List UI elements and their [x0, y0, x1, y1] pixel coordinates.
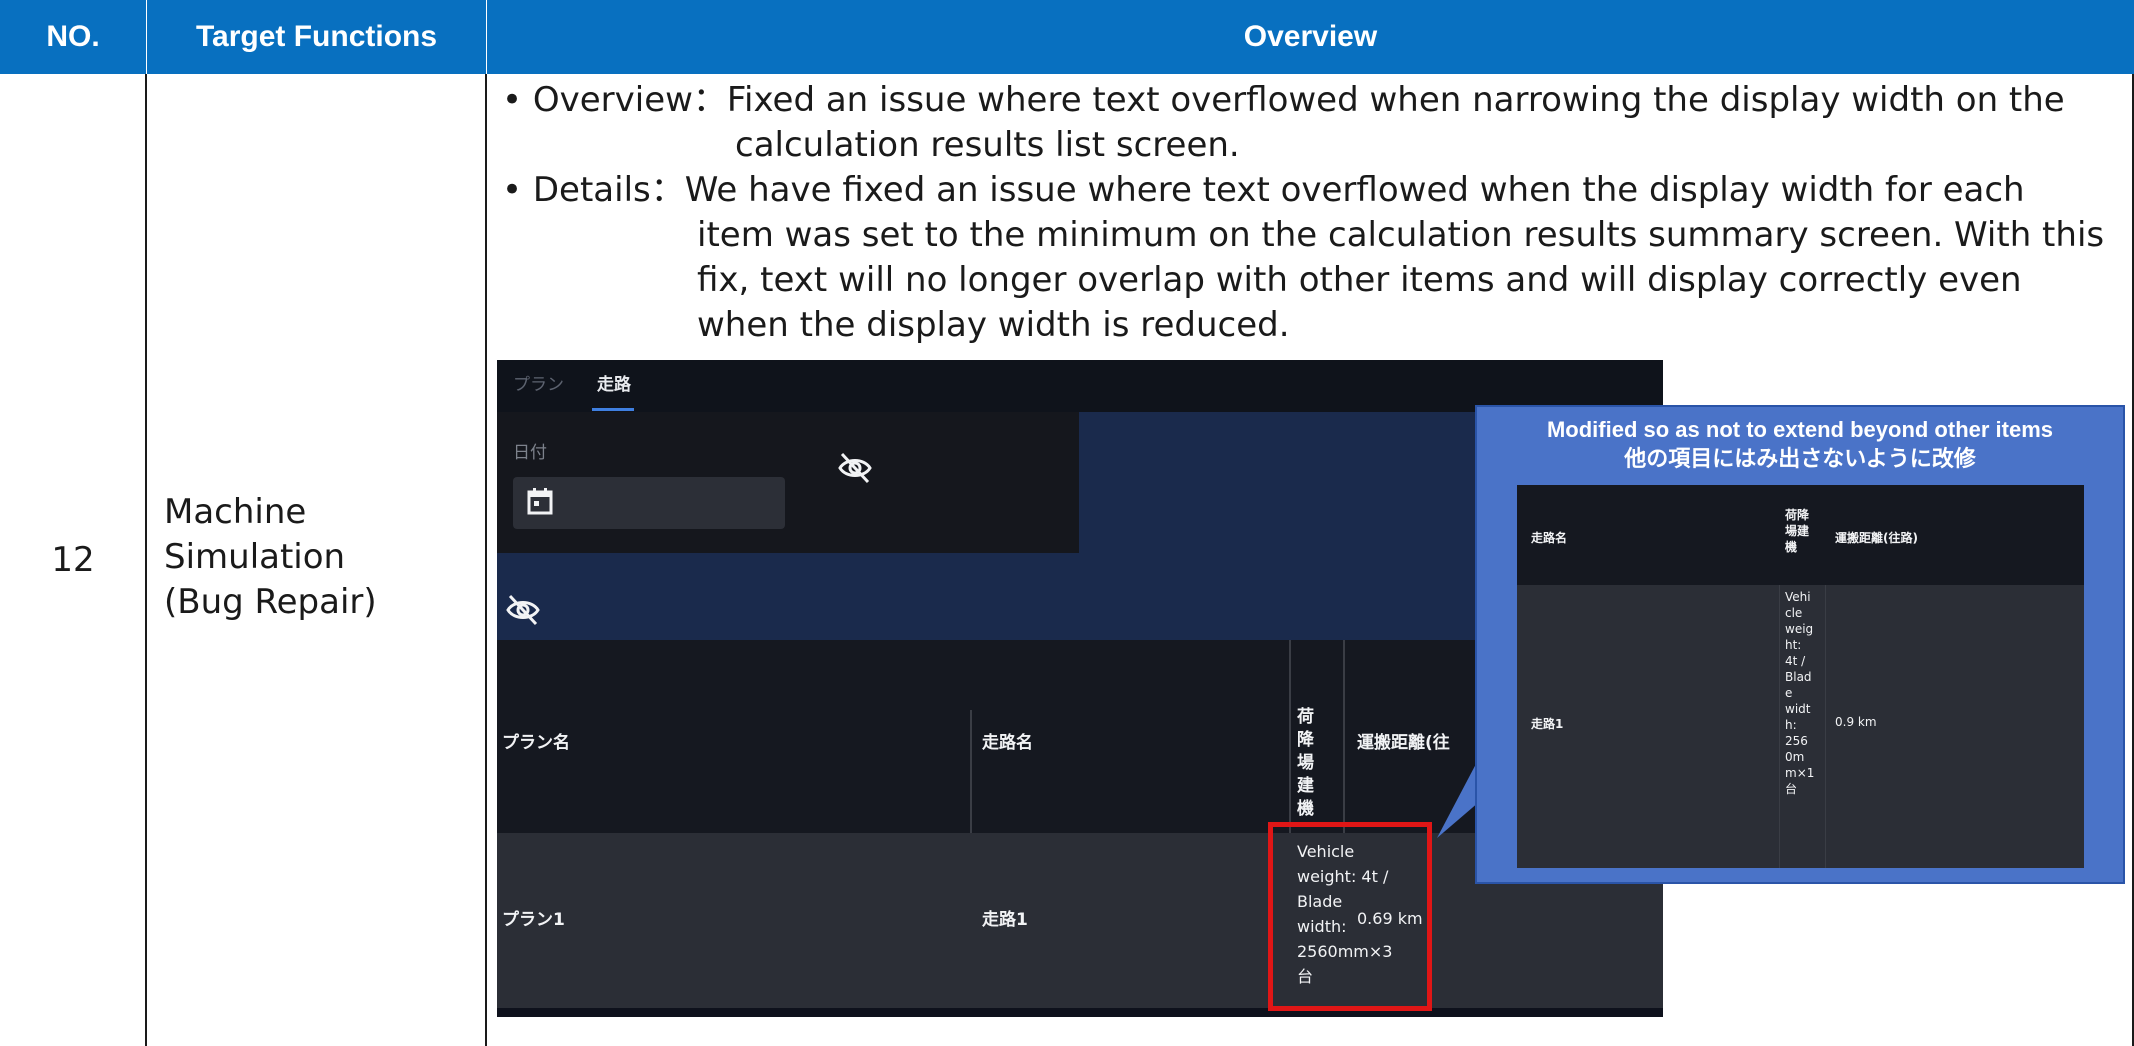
header-line: 場建	[1297, 753, 1314, 796]
header-line: 機	[1297, 799, 1314, 819]
mini-cell-distance: 0.9 km	[1835, 715, 1877, 729]
function-line: (Bug Repair)	[164, 582, 377, 622]
overview-text: • Overview：Fixed an issue where text ove…	[502, 78, 2132, 348]
column-separator	[1825, 585, 1826, 868]
header-line: 荷降	[1785, 508, 1810, 522]
header-target-functions: Target Functions	[147, 0, 486, 74]
header-line: 荷降	[1297, 707, 1314, 750]
tab-route[interactable]: 走路	[597, 370, 631, 395]
column-header-distance[interactable]: 運搬距離(往	[1357, 728, 1450, 753]
column-header-unloading[interactable]: 荷降 場建 機	[1297, 706, 1327, 821]
callout-title: Modified so as not to extend beyond othe…	[1477, 415, 2123, 473]
date-label: 日付	[513, 443, 547, 463]
tab-plan[interactable]: プラン	[513, 370, 564, 395]
callout-title-ja: 他の項目にはみ出さないように改修	[1624, 446, 1976, 471]
cell-plan-name: プラン1	[502, 910, 565, 930]
column-header-plan[interactable]: プラン名	[502, 728, 570, 753]
mini-column-distance: 運搬距離(往路)	[1835, 531, 1918, 545]
mini-header-row: 走路名 荷降 場建 機 運搬距離(往路)	[1517, 485, 2084, 585]
mini-cell-vehicle: Vehi cle weig ht: 4t / Blad e widt h: 25…	[1785, 590, 1815, 796]
fixed-table-preview: 走路名 荷降 場建 機 運搬距離(往路) 走路1 Vehi cle weig h…	[1517, 485, 2084, 868]
table-footer	[497, 1008, 1663, 1017]
details-line: fix, text will no longer overlap with ot…	[697, 260, 2022, 300]
mini-cell-route: 走路1	[1531, 717, 1564, 731]
mini-column-route: 走路名	[1531, 531, 1568, 545]
header-no: NO.	[0, 0, 146, 74]
calendar-icon[interactable]	[527, 487, 553, 515]
target-function: Machine Simulation (Bug Repair)	[164, 490, 464, 625]
eye-off-icon[interactable]	[505, 592, 541, 628]
date-filter-panel: 日付	[497, 412, 1079, 553]
function-line: Simulation	[164, 537, 346, 577]
mini-column-unloading: 荷降 場建 機	[1785, 507, 1819, 555]
header-line: 機	[1785, 540, 1798, 554]
date-input[interactable]	[513, 477, 785, 529]
function-line: Machine	[164, 492, 307, 532]
column-separator	[1779, 585, 1780, 868]
row-number: 12	[51, 540, 95, 580]
header-line: 場建	[1785, 524, 1810, 538]
details-line: • Details：We have fixed an issue where t…	[502, 170, 2025, 210]
column-header-route[interactable]: 走路名	[982, 728, 1033, 753]
callout-title-en: Modified so as not to extend beyond othe…	[1546, 417, 2054, 442]
highlight-box	[1268, 822, 1432, 1011]
overview-line: • Overview：Fixed an issue where text ove…	[502, 80, 2065, 120]
header-overview: Overview	[487, 0, 2134, 74]
cell-route-name: 走路1	[982, 910, 1028, 930]
eye-off-icon[interactable]	[837, 450, 873, 486]
column-divider	[485, 74, 487, 1046]
overview-line: calculation results list screen.	[735, 125, 1240, 165]
details-line: item was set to the minimum on the calcu…	[697, 215, 2105, 255]
details-line: when the display width is reduced.	[697, 305, 1290, 345]
callout-panel: Modified so as not to extend beyond othe…	[1475, 405, 2125, 884]
active-tab-indicator	[592, 408, 634, 411]
